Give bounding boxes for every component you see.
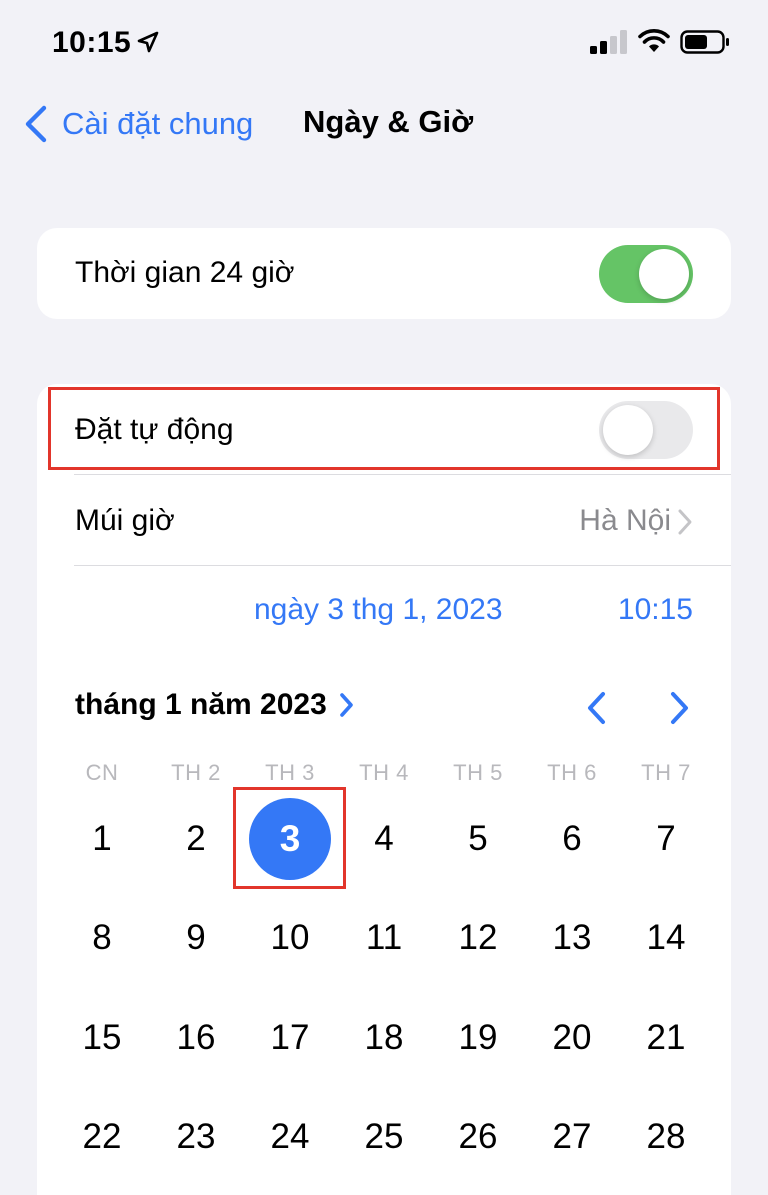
- calendar-day[interactable]: 9: [149, 889, 243, 989]
- weekday-label: TH 7: [641, 760, 691, 785]
- separator: [74, 474, 731, 475]
- weekday-label: TH 2: [171, 760, 221, 785]
- calendar-day-grid: 1 2 3 4 5 6 7 8 9 10 11 12 13 14 15 16 1…: [55, 789, 715, 1187]
- back-button-label: Cài đặt chung: [62, 106, 254, 141]
- toggle-knob: [639, 249, 689, 299]
- calendar-day[interactable]: 2: [149, 789, 243, 889]
- calendar-day[interactable]: 11: [337, 889, 431, 989]
- status-time: 10:15: [52, 26, 132, 59]
- next-month-button[interactable]: [665, 690, 693, 726]
- weekday-label: TH 6: [547, 760, 597, 785]
- weekday-label: TH 4: [359, 760, 409, 785]
- calendar-day[interactable]: 17: [243, 988, 337, 1088]
- month-year-label: tháng 1 năm 2023: [75, 688, 327, 721]
- time-zone-label: Múi giờ: [75, 504, 175, 537]
- date-value-button[interactable]: ngày 3 thg 1, 2023: [254, 593, 503, 627]
- time-24h-toggle[interactable]: [599, 245, 693, 303]
- calendar-day[interactable]: 19: [431, 988, 525, 1088]
- cellular-signal-icon: [590, 30, 627, 54]
- calendar-day[interactable]: 22: [55, 1088, 149, 1188]
- location-arrow-icon: [137, 31, 159, 53]
- month-year-selector[interactable]: tháng 1 năm 2023: [75, 688, 355, 722]
- calendar-day[interactable]: 24: [243, 1088, 337, 1188]
- calendar-day[interactable]: 4: [337, 789, 431, 889]
- calendar-day[interactable]: 25: [337, 1088, 431, 1188]
- weekday-label: CN: [85, 760, 119, 785]
- calendar-day[interactable]: 14: [619, 889, 713, 989]
- time-zone-value: Hà Nội: [579, 504, 671, 537]
- calendar-day[interactable]: 13: [525, 889, 619, 989]
- chevron-left-icon: [25, 105, 47, 143]
- calendar-day[interactable]: 10: [243, 889, 337, 989]
- previous-month-button[interactable]: [583, 690, 611, 726]
- calendar-day[interactable]: 8: [55, 889, 149, 989]
- calendar-day[interactable]: 18: [337, 988, 431, 1088]
- wifi-icon: [638, 29, 670, 52]
- calendar-day[interactable]: 16: [149, 988, 243, 1088]
- calendar-day[interactable]: 15: [55, 988, 149, 1088]
- status-bar: 10:15: [0, 0, 768, 88]
- calendar-day[interactable]: 21: [619, 988, 713, 1088]
- auto-set-toggle[interactable]: [599, 401, 693, 459]
- page-title: Ngày & Giờ: [303, 104, 474, 139]
- battery-icon: [680, 30, 729, 54]
- time-24h-label: Thời gian 24 giờ: [75, 256, 295, 289]
- separator: [74, 565, 731, 566]
- auto-set-label: Đặt tự động: [75, 413, 234, 446]
- calendar-day[interactable]: 6: [525, 789, 619, 889]
- calendar-day[interactable]: 20: [525, 988, 619, 1088]
- calendar-day[interactable]: 5: [431, 789, 525, 889]
- chevron-right-icon: [678, 509, 692, 535]
- date-time-group: Đặt tự động Múi giờ Hà Nội ngày 3 thg 1,…: [37, 384, 731, 1195]
- time-value-button[interactable]: 10:15: [618, 593, 693, 627]
- calendar-day[interactable]: 1: [55, 789, 149, 889]
- calendar-day[interactable]: 27: [525, 1088, 619, 1188]
- toggle-knob: [603, 405, 653, 455]
- time-format-group: Thời gian 24 giờ: [37, 228, 731, 319]
- calendar-day[interactable]: 28: [619, 1088, 713, 1188]
- back-button[interactable]: Cài đặt chung: [22, 102, 253, 146]
- calendar-day[interactable]: 23: [149, 1088, 243, 1188]
- calendar-day-selected[interactable]: 3: [243, 789, 337, 889]
- calendar-day[interactable]: 7: [619, 789, 713, 889]
- calendar-day[interactable]: 26: [431, 1088, 525, 1188]
- weekday-header: CN TH 2 TH 3 TH 4 TH 5 TH 6 TH 7: [55, 760, 715, 786]
- calendar-day[interactable]: 12: [431, 889, 525, 989]
- chevron-right-icon: [339, 693, 353, 717]
- weekday-label: TH 3: [265, 760, 315, 785]
- weekday-label: TH 5: [453, 760, 503, 785]
